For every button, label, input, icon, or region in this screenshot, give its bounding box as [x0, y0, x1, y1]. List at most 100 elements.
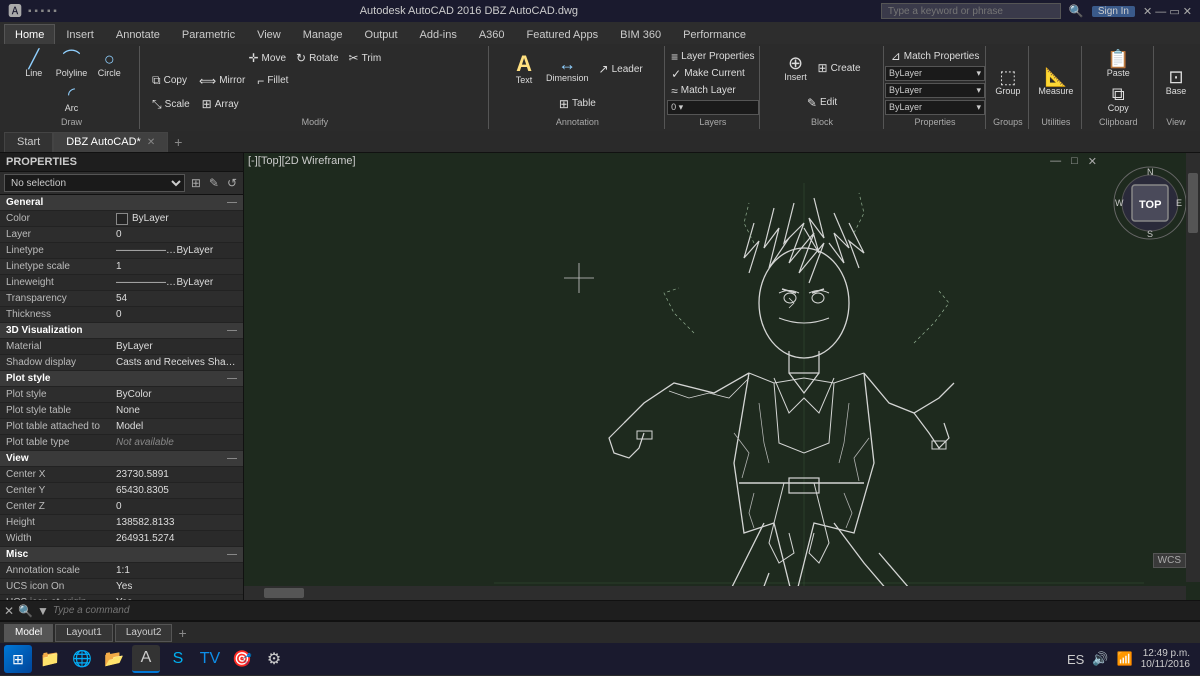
taskbar-chrome[interactable]: 🌐 — [68, 645, 96, 673]
vp-close[interactable]: ✕ — [1085, 155, 1100, 168]
base-button[interactable]: ⊡Base — [1160, 66, 1192, 98]
scrollbar-thumb-h[interactable] — [264, 588, 304, 598]
taskbar-files[interactable]: 📂 — [100, 645, 128, 673]
create-button[interactable]: ⊞Create — [814, 60, 865, 76]
taskbar-teamviewer[interactable]: TV — [196, 645, 224, 673]
tab-insert[interactable]: Insert — [55, 24, 105, 44]
tab-performance[interactable]: Performance — [672, 24, 757, 44]
section-view[interactable]: View — — [0, 451, 243, 467]
sign-in-button[interactable]: Sign In — [1092, 6, 1135, 17]
scrollbar-horizontal[interactable] — [244, 586, 1186, 600]
layer-properties-button[interactable]: ≡Layer Properties — [667, 49, 758, 65]
layer-dropdown[interactable]: 0 ▾ — [667, 100, 758, 115]
start-button[interactable]: ⊞ — [4, 645, 32, 673]
fillet-button[interactable]: ⌐Fillet — [253, 72, 292, 89]
color-dropdown[interactable]: ByLayer▾ — [885, 66, 985, 81]
circle-button[interactable]: ○Circle — [93, 48, 125, 80]
mirror-button[interactable]: ⟺Mirror — [195, 72, 249, 89]
copy-button[interactable]: ⧉Copy — [148, 72, 191, 89]
taskbar-autocad[interactable]: A — [132, 645, 160, 673]
array-button[interactable]: ⊞Array — [198, 96, 243, 113]
doc-tab-start[interactable]: Start — [4, 132, 53, 152]
match-layer-button[interactable]: ≈Match Layer — [667, 83, 740, 99]
section-plot[interactable]: Plot style — — [0, 371, 243, 387]
taskbar-misc1[interactable]: 🎯 — [228, 645, 256, 673]
properties-icon1[interactable]: ⊞ — [189, 176, 203, 190]
close-tab-icon[interactable]: ✕ — [147, 137, 155, 148]
viewport[interactable]: [-][Top][2D Wireframe] — □ ✕ — [244, 153, 1200, 600]
trim-button[interactable]: ✂Trim — [345, 50, 386, 66]
scrollbar-vertical[interactable] — [1186, 153, 1200, 582]
prop-anno-scale: Annotation scale 1:1 — [0, 563, 243, 579]
leader-button[interactable]: ↗Leader — [595, 61, 647, 77]
command-input[interactable] — [53, 605, 1196, 616]
ribbon-group-block: ⊕Insert ⊞Create ✎Edit Block — [762, 46, 884, 129]
prop-material: Material ByLayer — [0, 339, 243, 355]
wcs-label: WCS — [1153, 553, 1186, 568]
vp-maximize[interactable]: □ — [1068, 155, 1081, 168]
tab-view[interactable]: View — [246, 24, 292, 44]
taskbar-skype[interactable]: S — [164, 645, 192, 673]
tab-output[interactable]: Output — [354, 24, 409, 44]
table-button[interactable]: ⊞Table — [555, 96, 600, 112]
prop-ucs-icon-on: UCS icon On Yes — [0, 579, 243, 595]
properties-icon2[interactable]: ✎ — [207, 176, 221, 190]
cmd-icon2[interactable]: 🔍 — [18, 604, 33, 618]
clipboard-copy-button[interactable]: ⧉Copy — [1102, 83, 1134, 115]
cmd-icon1[interactable]: ✕ — [4, 604, 14, 618]
taskbar-misc2[interactable]: ⚙ — [260, 645, 288, 673]
prop-lineweight: Lineweight ——————— ByLayer — [0, 275, 243, 291]
selection-dropdown[interactable]: No selection — [4, 174, 185, 192]
scrollbar-thumb-v[interactable] — [1188, 173, 1198, 233]
tab-annotate[interactable]: Annotate — [105, 24, 171, 44]
tab-bim360[interactable]: BIM 360 — [609, 24, 672, 44]
layout-tab-2[interactable]: Layout2 — [115, 624, 173, 642]
match-properties-button[interactable]: ⊿Match Properties — [887, 48, 984, 64]
text-button[interactable]: AText — [508, 51, 540, 87]
svg-text:N: N — [1147, 167, 1154, 177]
taskbar-explorer[interactable]: 📁 — [36, 645, 64, 673]
linetype-dropdown[interactable]: ByLayer▾ — [885, 83, 985, 98]
insert-button[interactable]: ⊕Insert — [780, 52, 812, 84]
new-tab-button[interactable]: + — [168, 132, 188, 152]
section-3dvis[interactable]: 3D Visualization — — [0, 323, 243, 339]
tray-network[interactable]: 📶 — [1117, 651, 1133, 667]
section-misc[interactable]: Misc — — [0, 547, 243, 563]
doc-tab-dbz[interactable]: DBZ AutoCAD* ✕ — [53, 132, 168, 152]
cmd-icon3[interactable]: ▼ — [37, 604, 49, 618]
arc-button[interactable]: ◜Arc — [56, 83, 88, 115]
properties-scroll[interactable]: General — Color ByLayer Layer 0 Linetype… — [0, 195, 243, 600]
prop-height: Height 138582.8133 — [0, 515, 243, 531]
tab-a360[interactable]: A360 — [468, 24, 516, 44]
selection-bar: No selection ⊞ ✎ ↺ — [0, 172, 243, 195]
tab-parametric[interactable]: Parametric — [171, 24, 246, 44]
tray-volume[interactable]: 🔊 — [1092, 651, 1108, 667]
rotate-button[interactable]: ↻Rotate — [292, 50, 343, 66]
make-current-button[interactable]: ✓Make Current — [667, 66, 749, 82]
layout-tab-1[interactable]: Layout1 — [55, 624, 113, 642]
edit-button[interactable]: ✎Edit — [803, 95, 841, 111]
tab-home[interactable]: Home — [4, 24, 55, 44]
scale-button[interactable]: ⤡Scale — [148, 96, 194, 113]
vp-minimize[interactable]: — — [1047, 155, 1064, 168]
tab-featured[interactable]: Featured Apps — [516, 24, 610, 44]
group-button[interactable]: ⬚Group — [991, 66, 1024, 98]
clipboard-group-label: Clipboard — [1099, 117, 1138, 127]
line-button[interactable]: ╱Line — [18, 48, 50, 80]
properties-icon3[interactable]: ↺ — [225, 176, 239, 190]
search-input[interactable] — [881, 3, 1061, 19]
layout-tab-model[interactable]: Model — [4, 624, 53, 642]
dimension-button[interactable]: ↔Dimension — [542, 53, 593, 85]
ribbon-group-annotation: AText ↔Dimension ↗Leader ⊞Table Annotati… — [491, 46, 665, 129]
move-button[interactable]: ✛Move — [244, 50, 290, 66]
paste-button[interactable]: 📋Paste — [1102, 48, 1134, 80]
measure-button[interactable]: 📐Measure — [1034, 66, 1077, 98]
navcube[interactable]: N S E W TOP — [1110, 163, 1190, 243]
new-layout-button[interactable]: + — [174, 625, 190, 641]
polyline-button[interactable]: ⌒Polyline — [52, 48, 92, 80]
prop-shadow: Shadow display Casts and Receives Shado.… — [0, 355, 243, 371]
lineweight-dropdown[interactable]: ByLayer▾ — [885, 100, 985, 115]
tab-addins[interactable]: Add-ins — [409, 24, 468, 44]
tab-manage[interactable]: Manage — [292, 24, 354, 44]
section-general[interactable]: General — — [0, 195, 243, 211]
